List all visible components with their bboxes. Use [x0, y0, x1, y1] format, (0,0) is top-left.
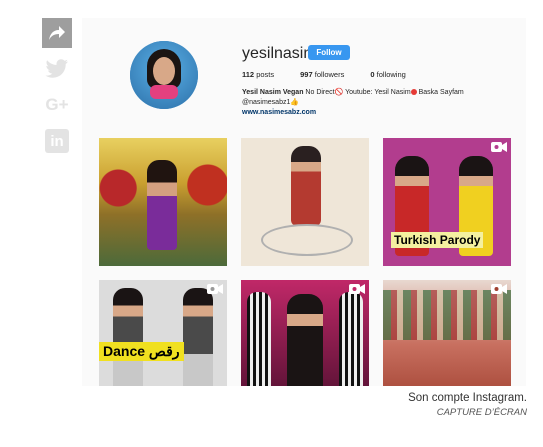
video-icon — [349, 284, 365, 294]
website-link[interactable]: www.nasimesabz.com — [242, 108, 512, 118]
video-icon — [491, 284, 507, 294]
share-arrow-icon — [49, 26, 65, 40]
instagram-profile-screenshot: yesilnasim Follow 112 posts 997 follower… — [82, 18, 526, 386]
followers-count: 997 — [300, 70, 313, 79]
following-stat[interactable]: 0 following — [370, 70, 405, 79]
followers-stat[interactable]: 997 followers — [300, 70, 344, 79]
linkedin-icon-label: in — [50, 132, 64, 150]
profile-bio: Yesil Nasim Vegan No Direct🚫 Youtube: Ye… — [242, 88, 512, 118]
figure-caption: Son compte Instagram. CAPTURE D’ÉCRAN — [408, 392, 527, 418]
bio-line1-end: Baska Sayfam — [416, 89, 464, 96]
twitter-share-button[interactable] — [42, 54, 72, 84]
post-caption: Turkish Parody — [391, 232, 484, 248]
figure-caption-credit: CAPTURE D’ÉCRAN — [436, 407, 527, 418]
google-plus-share-button[interactable]: G+ — [42, 90, 72, 120]
profile-username: yesilnasim — [242, 45, 317, 62]
posts-stat: 112 posts — [242, 70, 274, 79]
post-thumbnail[interactable] — [241, 280, 369, 386]
followers-label: followers — [314, 70, 345, 79]
bio-name: Yesil Nasim Vegan — [242, 89, 304, 96]
follow-button[interactable]: Follow — [308, 45, 350, 60]
posts-count: 112 — [242, 70, 255, 79]
video-icon — [491, 142, 507, 152]
video-icon — [207, 284, 223, 294]
following-label: following — [376, 70, 406, 79]
post-caption: Dance رقص — [99, 342, 184, 361]
twitter-icon — [45, 59, 68, 78]
avatar[interactable] — [130, 41, 198, 109]
posts-label: posts — [256, 70, 275, 79]
bio-line2: @nasimesabz1👍 — [242, 99, 300, 106]
post-thumbnail[interactable] — [241, 138, 369, 266]
post-thumbnail[interactable] — [383, 280, 511, 386]
share-button[interactable] — [42, 18, 72, 48]
post-thumbnail[interactable] — [99, 138, 227, 266]
figure-caption-text: Son compte Instagram. — [408, 392, 527, 404]
post-thumbnail[interactable]: Dance رقص — [99, 280, 227, 386]
linkedin-share-button[interactable]: in — [42, 126, 72, 156]
profile-stats: 112 posts 997 followers 0 following — [242, 70, 432, 79]
following-count: 0 — [370, 70, 375, 79]
google-plus-icon: G+ — [45, 95, 69, 114]
linkedin-icon: in — [45, 129, 69, 153]
share-rail: G+ in — [42, 18, 72, 162]
bio-line1: No Direct🚫 Youtube: Yesil Nasim — [303, 89, 411, 96]
post-thumbnail[interactable]: Turkish Parody — [383, 138, 511, 266]
